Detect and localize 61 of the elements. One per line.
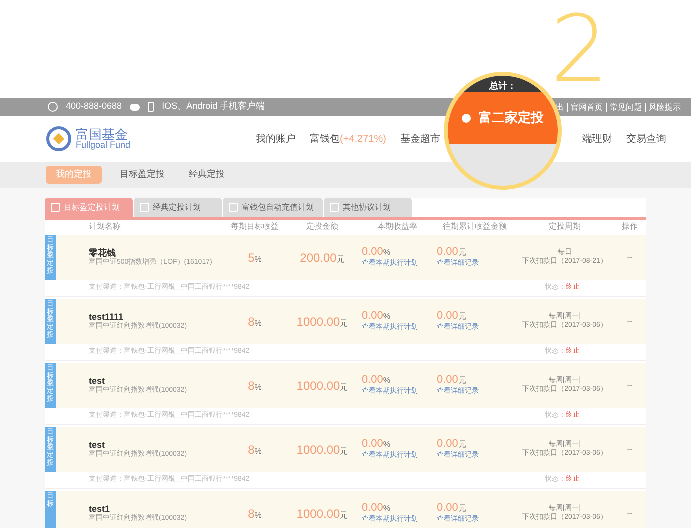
target-yield: 8% xyxy=(247,442,263,458)
plan-name: 零花钱 xyxy=(89,248,117,258)
current-yield: 0.00% xyxy=(362,502,391,515)
plan-name: test xyxy=(89,440,106,450)
current-yield: 0.00% xyxy=(362,374,391,387)
mobile-icon xyxy=(148,102,154,112)
chat-icon xyxy=(130,104,140,110)
nav-item[interactable]: 富钱包(+4.271%) xyxy=(310,132,386,146)
plan-tab[interactable]: 富钱包自动充值计划 xyxy=(223,198,323,217)
cumulative-earnings: 0.00元 xyxy=(437,374,466,387)
operation-text: -- xyxy=(627,316,633,328)
plan-amount: 1000.00元 xyxy=(296,506,350,522)
cumulative-earnings: 0.00元 xyxy=(437,246,466,259)
subnav-tab[interactable]: 目标盈定投 xyxy=(114,166,171,184)
current-yield: 0.00% xyxy=(362,438,391,451)
cumulative-earnings: 0.00元 xyxy=(437,310,466,323)
operation-text: -- xyxy=(627,252,633,264)
target-yield: 8% xyxy=(247,506,263,522)
column-header: 定投周期 xyxy=(548,221,582,233)
plan-amount: 200.00元 xyxy=(299,250,346,266)
top-link[interactable]: 官网首页 xyxy=(567,102,603,112)
logo-name: 富国基金 xyxy=(76,128,128,141)
column-header: 往期累计收益金额 xyxy=(442,221,508,233)
nav-item[interactable]: 交易查询 xyxy=(626,132,666,146)
nav-item[interactable]: 基金超市 xyxy=(400,132,440,146)
column-header: 计划名称 xyxy=(88,221,122,233)
top-link[interactable]: 风险提示 xyxy=(645,102,681,112)
cumulative-earnings: 0.00元 xyxy=(437,438,466,451)
plan-amount: 1000.00元 xyxy=(296,378,350,394)
plan-amount: 1000.00元 xyxy=(296,314,350,330)
step-number: 2 xyxy=(550,4,609,96)
logo-english: Fullgoal Fund xyxy=(76,141,131,150)
current-yield: 0.00% xyxy=(362,310,391,323)
logo-icon xyxy=(46,126,72,152)
plan-tab[interactable]: 目标盈定投计划 xyxy=(45,198,133,217)
column-header: 定投金额 xyxy=(306,221,340,233)
target-yield: 8% xyxy=(247,314,263,330)
current-yield: 0.00% xyxy=(362,246,391,259)
plan-name: test xyxy=(89,376,106,386)
plan-tab[interactable]: 经典定投计划 xyxy=(134,198,222,217)
plan-name: test1111 xyxy=(89,312,125,322)
plan-tab[interactable]: 其他协议计划 xyxy=(324,198,412,217)
plan-name: test1 xyxy=(89,504,112,514)
operation-text: -- xyxy=(627,508,633,520)
subnav-tab[interactable]: 经典定投 xyxy=(183,166,231,184)
plan-amount: 1000.00元 xyxy=(296,442,350,458)
column-header: 每期目标收益 xyxy=(230,221,280,233)
phone-icon xyxy=(48,102,58,112)
target-yield: 5% xyxy=(247,250,263,266)
cumulative-earnings: 0.00元 xyxy=(437,502,466,515)
nav-item[interactable]: 端理财 xyxy=(582,132,612,146)
total-text: 总计： xyxy=(490,80,516,92)
nav-item[interactable]: 我的账户 xyxy=(256,132,296,146)
operation-text: -- xyxy=(627,444,633,456)
phone-number: 400-888-0688 xyxy=(66,100,122,114)
column-header: 操作 xyxy=(621,221,639,233)
target-yield: 8% xyxy=(247,378,263,394)
column-header: 本期收益率 xyxy=(376,221,418,233)
app-download-text: IOS、Android 手机客户端 xyxy=(162,100,266,114)
top-link[interactable]: 常见问题 xyxy=(606,102,642,112)
operation-text: -- xyxy=(627,380,633,392)
